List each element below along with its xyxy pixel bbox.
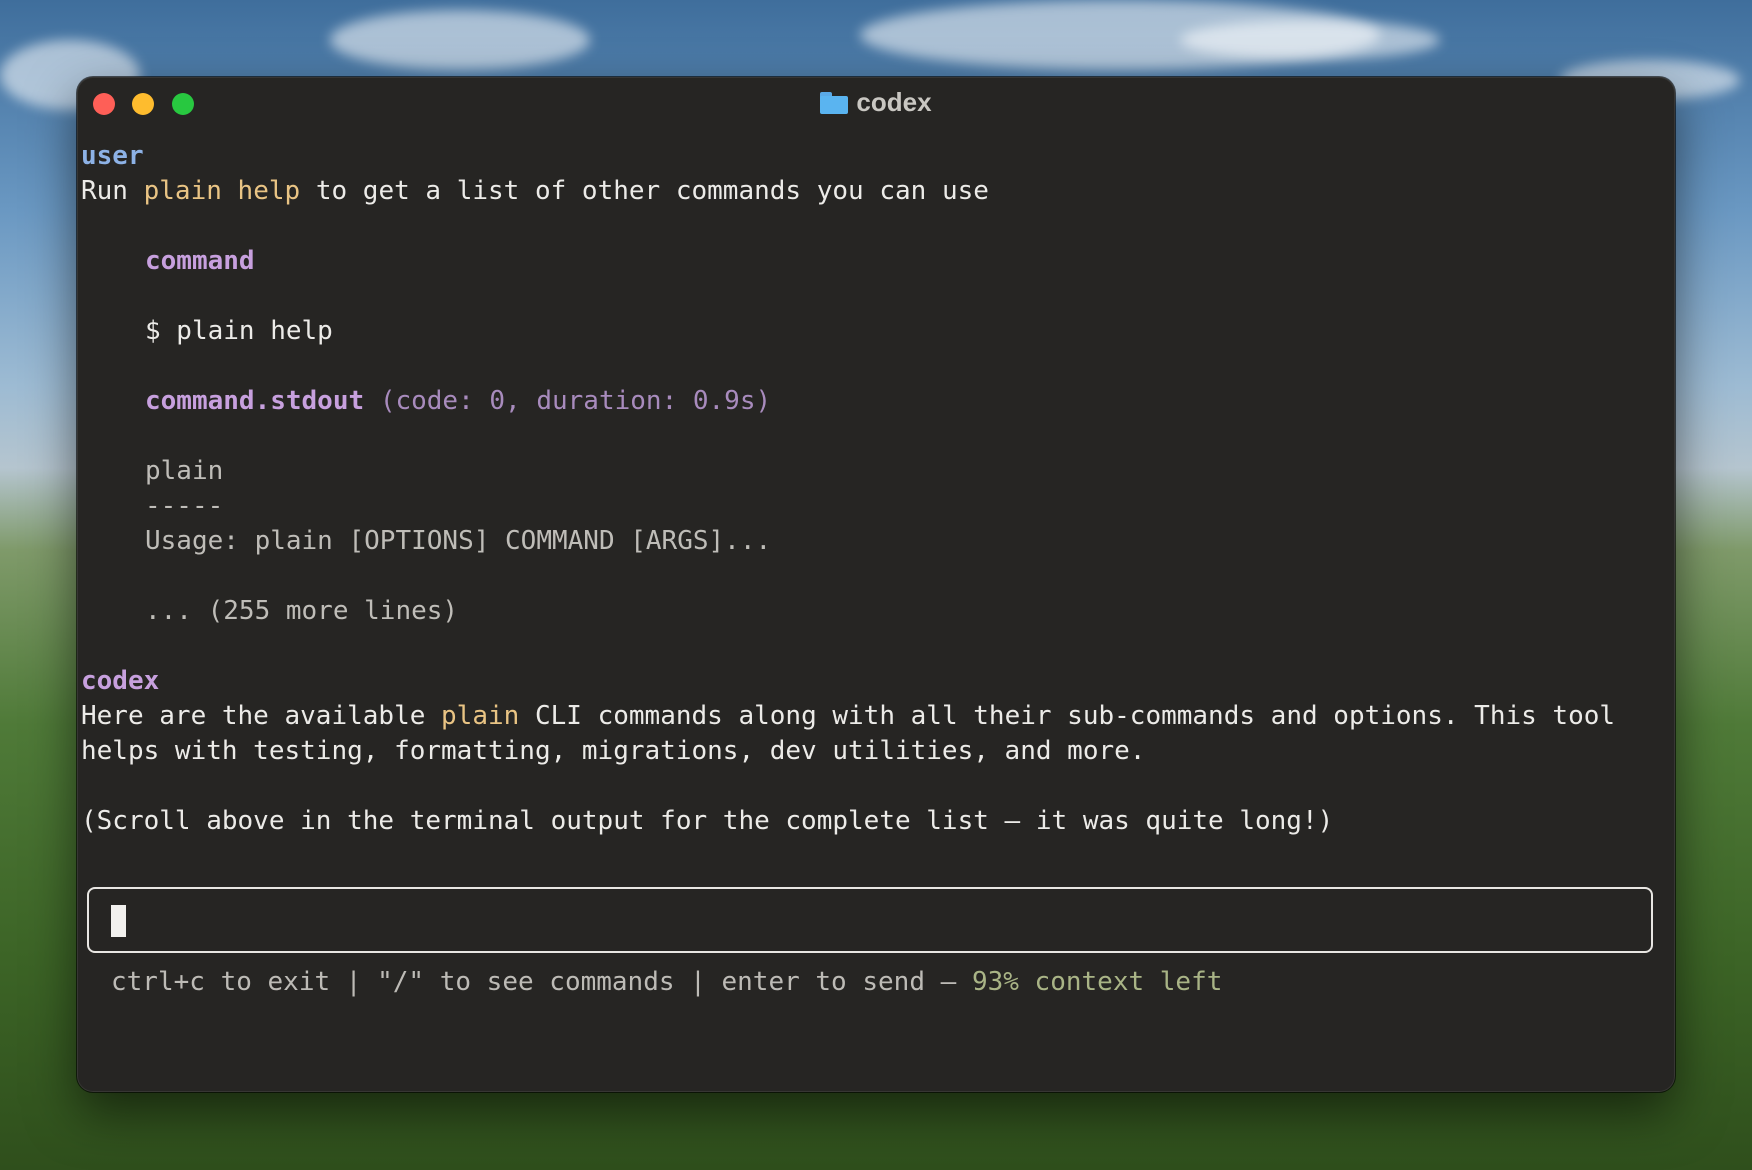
- stdout-label: command.stdout: [145, 386, 365, 416]
- footer-hints-text: ctrl+c to exit | "/" to see commands | e…: [111, 967, 972, 997]
- codex-label: codex: [81, 666, 160, 696]
- stdout-line: -----: [145, 491, 224, 521]
- codex-reply-highlight: plain: [441, 701, 520, 731]
- terminal-window: codex user Run plain help to get a list …: [77, 77, 1675, 1092]
- more-lines-note: ... (255 more lines): [145, 596, 459, 626]
- user-message: Run plain help to get a list of other co…: [81, 174, 1665, 209]
- codex-reply-text: Here are the available: [81, 701, 442, 731]
- footer-hints: ctrl+c to exit | "/" to see commands | e…: [111, 965, 1222, 1000]
- text-cursor: [111, 905, 126, 937]
- codex-reply-line-2: helps with testing, formatting, migratio…: [81, 736, 1146, 766]
- stdout-line: Usage: plain [OPTIONS] COMMAND [ARGS]...: [145, 526, 772, 556]
- prompt-input[interactable]: [87, 887, 1653, 953]
- user-label: user: [81, 141, 144, 171]
- stdout-header: command.stdout (code: 0, duration: 0.9s): [81, 384, 1665, 419]
- window-title-text: codex: [856, 87, 932, 117]
- title-bar: codex: [77, 77, 1675, 129]
- command-line: $ plain help: [145, 316, 333, 346]
- window-title: codex: [77, 87, 1675, 117]
- user-message-text-end: to get a list of other commands you can …: [300, 176, 989, 206]
- codex-reply-text-end: CLI commands along with all their sub-co…: [519, 701, 1616, 731]
- folder-icon: [820, 92, 849, 114]
- context-remaining: 93% context left: [971, 967, 1223, 997]
- codex-reply: Here are the available plain CLI command…: [81, 699, 1665, 734]
- stdout-meta: (code: 0, duration: 0.9s): [379, 386, 772, 416]
- transcript: user Run plain help to get a list of oth…: [81, 139, 1665, 839]
- user-message-text: Run: [81, 176, 144, 206]
- user-message-highlight: plain help: [143, 176, 301, 206]
- command-label: command: [145, 246, 255, 276]
- stdout-line: plain: [145, 456, 224, 486]
- codex-reply-line-3: (Scroll above in the terminal output for…: [81, 806, 1334, 836]
